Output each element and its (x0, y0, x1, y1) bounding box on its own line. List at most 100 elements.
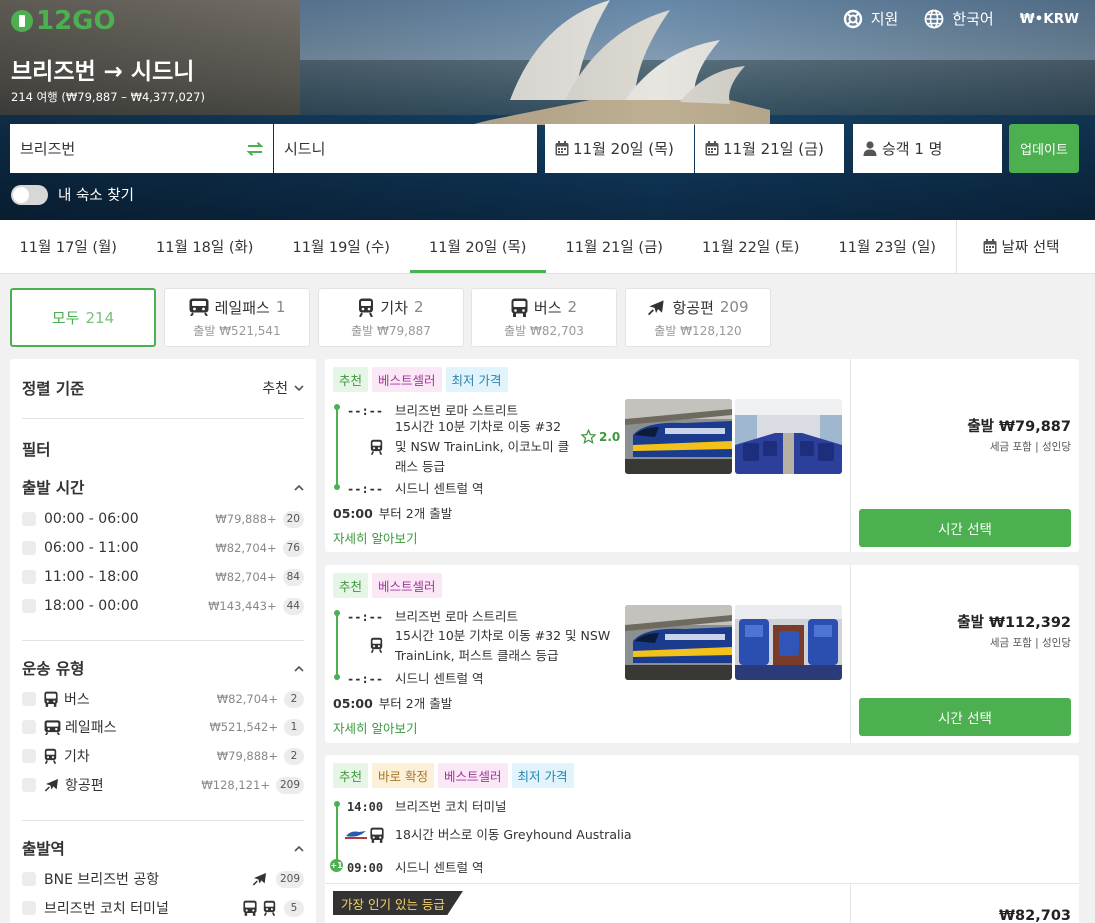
date-tab[interactable]: 11월 17일 (월) (0, 220, 137, 273)
option-label: 06:00 - 11:00 (44, 540, 139, 556)
arrival-time: 09:00 (347, 861, 384, 875)
filter-option[interactable]: 버스 ₩82,704+ 2 (22, 689, 304, 709)
date-tab[interactable]: 11월 18일 (화) (137, 220, 274, 273)
departure-time-heading[interactable]: 출발 시간 (22, 476, 304, 498)
date-out-field[interactable]: 11월 20일 (목) (545, 124, 694, 173)
result-card[interactable]: 추천 바로 확정 베스트셀러 최저 가격 +1 14:00 브리즈번 코치 터미널… (325, 755, 1079, 923)
accommodation-toggle[interactable]: 내 숙소 찾기 (11, 184, 134, 205)
filter-option[interactable]: 00:00 - 06:00 ₩79,888+ 20 (22, 509, 304, 529)
mode-tab-railpass[interactable]: 레일패스 1 출발 ₩521,541 (164, 288, 310, 347)
swap-icon[interactable] (247, 141, 263, 156)
currency-link[interactable]: ₩•KRW (1020, 11, 1079, 27)
date-tab-active[interactable]: 11월 20일 (목) (409, 220, 547, 273)
date-tab[interactable]: 11월 19일 (수) (273, 220, 410, 273)
segment-info: 15시간 10분 기차로 이동 #32 및 NSW TrainLink, 이코노… (395, 417, 569, 477)
plane-icon (252, 873, 266, 886)
mode-label: 버스 (533, 298, 562, 317)
to-input[interactable]: 시드니 (274, 124, 537, 173)
mode-tab-all[interactable]: 모두 214 (10, 288, 156, 347)
price-value: 출발 ₩112,392 (957, 615, 1071, 631)
passenger-field[interactable]: 승객 1 명 (853, 124, 1002, 173)
departure-station: 브리즈번 로마 스트리트 (395, 609, 518, 624)
tag-instant-confirm: 바로 확정 (372, 763, 434, 788)
calendar-icon (983, 239, 997, 254)
date-strip: 11월 17일 (월) 11월 18일 (화) 11월 19일 (수) 11월 … (0, 220, 1095, 274)
sort-label: 정렬 기준 (22, 380, 85, 398)
filter-option[interactable]: 레일패스 ₩521,542+ 1 (22, 717, 304, 737)
option-label: 00:00 - 06:00 (44, 511, 139, 527)
checkbox[interactable] (22, 720, 36, 734)
departure-station: 브리즈번 로마 스트리트 (395, 403, 518, 418)
filter-option[interactable]: 브리즈번 코치 터미널 5 (22, 898, 304, 918)
update-button[interactable]: 업데이트 (1009, 124, 1079, 173)
star-icon (581, 429, 596, 444)
mode-tab-bus[interactable]: 버스 2 출발 ₩82,703 (471, 288, 617, 347)
result-card[interactable]: 추천 베스트셀러 최저 가격 --:-- 브리즈번 로마 스트리트 15시간 10… (325, 359, 1079, 552)
result-card[interactable]: 추천 베스트셀러 --:-- 브리즈번 로마 스트리트 15시간 10분 기차로 … (325, 565, 1079, 743)
filter-sidebar: 정렬 기준 추천 필터 출발 시간 00:00 - 06:00 ₩79,888+ 2… (10, 359, 316, 923)
checkbox[interactable] (22, 692, 36, 706)
toggle-switch[interactable] (11, 184, 48, 205)
arrival-row: --:-- 시드니 센트럴 역 (333, 478, 483, 497)
option-label: 18:00 - 00:00 (44, 598, 139, 614)
checkbox[interactable] (22, 599, 36, 613)
departures-time: 05:00 (333, 506, 373, 521)
transport-type-heading[interactable]: 운송 유형 (22, 657, 304, 679)
more-link[interactable]: 자세히 알아보기 (333, 528, 417, 547)
filter-option[interactable]: 11:00 - 18:00 ₩82,704+ 84 (22, 567, 304, 587)
arrival-time: --:-- (347, 672, 384, 686)
filter-option[interactable]: 18:00 - 00:00 ₩143,443+ 44 (22, 596, 304, 616)
section-title: 운송 유형 (22, 660, 85, 678)
mode-label: 기차 (380, 298, 409, 317)
filter-option[interactable]: 06:00 - 11:00 ₩82,704+ 76 (22, 538, 304, 558)
filter-option[interactable]: BNE 브리즈번 공항 209 (22, 869, 304, 889)
logo[interactable]: 12GO (11, 6, 116, 36)
bus-icon (243, 900, 257, 916)
select-time-button[interactable]: 시간 선택 (859, 698, 1071, 736)
mode-tab-train[interactable]: 기차 2 출발 ₩79,887 (318, 288, 464, 347)
option-label: 브리즈번 코치 터미널 (44, 901, 169, 917)
select-time-button[interactable]: 시간 선택 (859, 509, 1071, 547)
chevron-up-icon (294, 845, 304, 852)
language-label: 한국어 (952, 10, 994, 28)
checkbox[interactable] (22, 778, 36, 792)
arrival-row: 09:00 시드니 센트럴 역 (333, 857, 483, 876)
divider (850, 883, 851, 923)
checkbox[interactable] (22, 512, 36, 526)
bus-icon (44, 691, 58, 707)
checkbox[interactable] (22, 541, 36, 555)
option-label: 기차 (64, 749, 90, 765)
support-label: 지원 (870, 10, 899, 28)
logo-text: 12GO (36, 6, 116, 36)
mode-count: 209 (719, 298, 749, 316)
checkbox[interactable] (22, 749, 36, 763)
price-block: ₩82,703 (999, 908, 1071, 923)
date-tab[interactable]: 11월 23일 (일) (819, 220, 956, 273)
date-picker-button[interactable]: 날짜 선택 (955, 220, 1086, 273)
sort-dropdown[interactable]: 추천 (262, 378, 304, 398)
mode-tab-flight[interactable]: 항공편 209 출발 ₩128,120 (625, 288, 771, 347)
support-link[interactable]: 지원 (843, 8, 899, 29)
chevron-down-icon (294, 384, 304, 391)
departure-station-heading[interactable]: 출발역 (22, 837, 304, 859)
option-count: 1 (284, 718, 304, 736)
date-tab[interactable]: 11월 22일 (토) (683, 220, 820, 273)
checkbox[interactable] (22, 872, 36, 886)
checkbox[interactable] (22, 570, 36, 584)
mode-from-price: 출발 ₩128,120 (654, 323, 742, 338)
checkbox[interactable] (22, 901, 36, 915)
tag-lowest-price: 최저 가격 (445, 367, 508, 392)
greyhound-logo-icon (345, 831, 367, 839)
language-link[interactable]: 한국어 (924, 8, 994, 29)
date-tab[interactable]: 11월 21일 (금) (546, 220, 683, 273)
more-link[interactable]: 자세히 알아보기 (333, 718, 417, 737)
segment-line: 및 NSW TrainLink, 이코노미 클 (395, 439, 570, 454)
tag-recommended: 추천 (333, 573, 369, 598)
option-count: 76 (282, 539, 304, 557)
filter-option[interactable]: 기차 ₩79,888+ 2 (22, 746, 304, 766)
date-back-field[interactable]: 11월 21일 (금) (695, 124, 844, 173)
filter-option[interactable]: 항공편 ₩128,121+ 209 (22, 775, 304, 795)
from-input[interactable]: 브리즈번 (10, 124, 273, 173)
train-icon (359, 298, 374, 317)
railpass-icon (189, 298, 209, 316)
